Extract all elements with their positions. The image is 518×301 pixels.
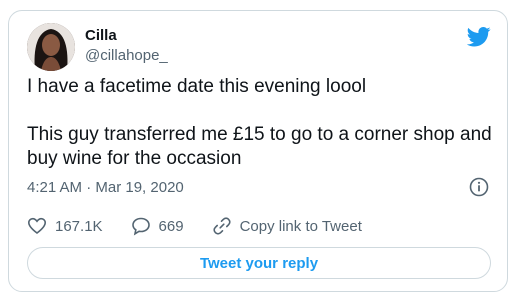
like-count: 167.1K (55, 217, 103, 235)
tweet-line-2: This guy transferred me £15 to go to a c… (27, 124, 492, 169)
link-icon (212, 217, 231, 235)
copy-link-action[interactable]: Copy link to Tweet (212, 216, 362, 236)
twitter-bird-icon[interactable] (467, 27, 491, 47)
copy-link-label: Copy link to Tweet (239, 217, 362, 235)
author-name[interactable]: Cilla (85, 27, 117, 45)
reply-action[interactable]: 669 (131, 216, 184, 236)
tweet-actions: 167.1K 669 Copy link to Tweet (27, 215, 390, 237)
author-handle[interactable]: @cillahope_ (85, 47, 168, 65)
info-icon[interactable] (469, 177, 489, 197)
like-action[interactable]: 167.1K (27, 216, 103, 236)
tweet-timestamp[interactable]: 4:21 AM · Mar 19, 2020 (27, 179, 184, 197)
tweet-your-reply-button[interactable]: Tweet your reply (27, 247, 491, 279)
tweet-card: Cilla @cillahope_ I have a facetime date… (8, 10, 508, 292)
heart-icon (27, 217, 47, 235)
tweet-text: I have a facetime date this evening looo… (27, 75, 495, 171)
reply-bubble-icon (131, 217, 150, 236)
reply-count: 669 (158, 217, 184, 235)
tweet-line-1: I have a facetime date this evening looo… (27, 76, 367, 97)
avatar[interactable] (27, 23, 75, 71)
